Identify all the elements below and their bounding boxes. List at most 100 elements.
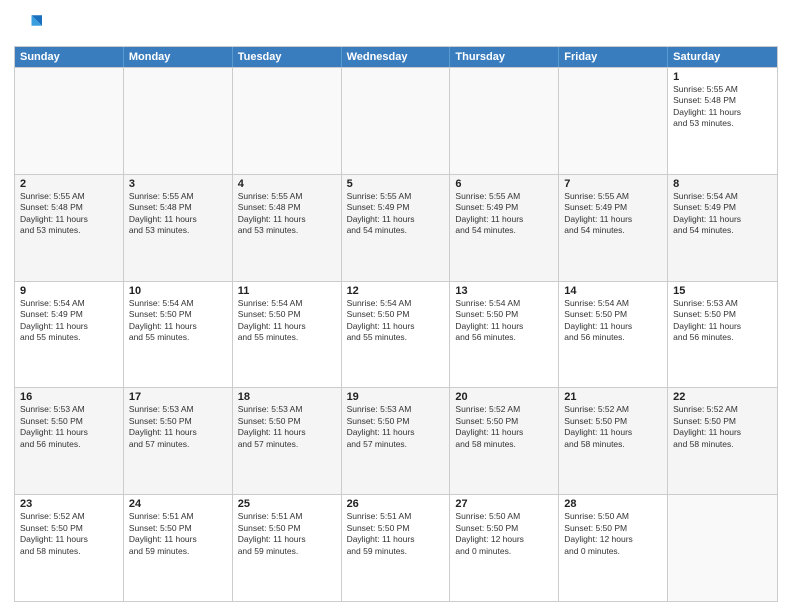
cal-cell: 13Sunrise: 5:54 AM Sunset: 5:50 PM Dayli…	[450, 282, 559, 388]
cal-cell	[450, 68, 559, 174]
cell-info: Sunrise: 5:55 AM Sunset: 5:48 PM Dayligh…	[129, 191, 227, 237]
cal-cell: 15Sunrise: 5:53 AM Sunset: 5:50 PM Dayli…	[668, 282, 777, 388]
cal-cell	[668, 495, 777, 601]
day-number: 15	[673, 285, 772, 297]
cell-info: Sunrise: 5:54 AM Sunset: 5:49 PM Dayligh…	[20, 298, 118, 344]
cell-info: Sunrise: 5:50 AM Sunset: 5:50 PM Dayligh…	[455, 511, 553, 557]
cell-info: Sunrise: 5:55 AM Sunset: 5:49 PM Dayligh…	[564, 191, 662, 237]
cell-info: Sunrise: 5:53 AM Sunset: 5:50 PM Dayligh…	[129, 404, 227, 450]
cell-info: Sunrise: 5:52 AM Sunset: 5:50 PM Dayligh…	[20, 511, 118, 557]
day-number: 4	[238, 178, 336, 190]
cell-info: Sunrise: 5:52 AM Sunset: 5:50 PM Dayligh…	[564, 404, 662, 450]
cell-info: Sunrise: 5:51 AM Sunset: 5:50 PM Dayligh…	[238, 511, 336, 557]
day-number: 2	[20, 178, 118, 190]
cal-cell: 10Sunrise: 5:54 AM Sunset: 5:50 PM Dayli…	[124, 282, 233, 388]
day-number: 1	[673, 71, 772, 83]
day-number: 24	[129, 498, 227, 510]
cell-info: Sunrise: 5:53 AM Sunset: 5:50 PM Dayligh…	[673, 298, 772, 344]
cal-cell: 21Sunrise: 5:52 AM Sunset: 5:50 PM Dayli…	[559, 388, 668, 494]
day-number: 11	[238, 285, 336, 297]
day-number: 16	[20, 391, 118, 403]
header-day-sunday: Sunday	[15, 47, 124, 67]
day-number: 3	[129, 178, 227, 190]
day-number: 26	[347, 498, 445, 510]
logo-icon	[14, 10, 42, 38]
header-day-monday: Monday	[124, 47, 233, 67]
header-day-wednesday: Wednesday	[342, 47, 451, 67]
cal-row-5: 23Sunrise: 5:52 AM Sunset: 5:50 PM Dayli…	[15, 494, 777, 601]
day-number: 6	[455, 178, 553, 190]
cal-cell: 5Sunrise: 5:55 AM Sunset: 5:49 PM Daylig…	[342, 175, 451, 281]
cal-row-2: 2Sunrise: 5:55 AM Sunset: 5:48 PM Daylig…	[15, 174, 777, 281]
cal-cell: 2Sunrise: 5:55 AM Sunset: 5:48 PM Daylig…	[15, 175, 124, 281]
cal-cell: 6Sunrise: 5:55 AM Sunset: 5:49 PM Daylig…	[450, 175, 559, 281]
cell-info: Sunrise: 5:52 AM Sunset: 5:50 PM Dayligh…	[455, 404, 553, 450]
cal-cell: 25Sunrise: 5:51 AM Sunset: 5:50 PM Dayli…	[233, 495, 342, 601]
cell-info: Sunrise: 5:53 AM Sunset: 5:50 PM Dayligh…	[20, 404, 118, 450]
cal-cell	[124, 68, 233, 174]
day-number: 18	[238, 391, 336, 403]
day-number: 19	[347, 391, 445, 403]
cell-info: Sunrise: 5:52 AM Sunset: 5:50 PM Dayligh…	[673, 404, 772, 450]
header-day-thursday: Thursday	[450, 47, 559, 67]
cell-info: Sunrise: 5:54 AM Sunset: 5:50 PM Dayligh…	[564, 298, 662, 344]
day-number: 8	[673, 178, 772, 190]
cell-info: Sunrise: 5:51 AM Sunset: 5:50 PM Dayligh…	[347, 511, 445, 557]
day-number: 10	[129, 285, 227, 297]
cal-cell: 26Sunrise: 5:51 AM Sunset: 5:50 PM Dayli…	[342, 495, 451, 601]
cal-cell: 9Sunrise: 5:54 AM Sunset: 5:49 PM Daylig…	[15, 282, 124, 388]
header-day-tuesday: Tuesday	[233, 47, 342, 67]
cell-info: Sunrise: 5:55 AM Sunset: 5:49 PM Dayligh…	[455, 191, 553, 237]
cal-cell	[15, 68, 124, 174]
cal-cell: 18Sunrise: 5:53 AM Sunset: 5:50 PM Dayli…	[233, 388, 342, 494]
cal-cell: 1Sunrise: 5:55 AM Sunset: 5:48 PM Daylig…	[668, 68, 777, 174]
day-number: 23	[20, 498, 118, 510]
cell-info: Sunrise: 5:54 AM Sunset: 5:50 PM Dayligh…	[129, 298, 227, 344]
day-number: 25	[238, 498, 336, 510]
cal-cell: 24Sunrise: 5:51 AM Sunset: 5:50 PM Dayli…	[124, 495, 233, 601]
cal-cell: 22Sunrise: 5:52 AM Sunset: 5:50 PM Dayli…	[668, 388, 777, 494]
day-number: 13	[455, 285, 553, 297]
cell-info: Sunrise: 5:54 AM Sunset: 5:49 PM Dayligh…	[673, 191, 772, 237]
calendar-header: SundayMondayTuesdayWednesdayThursdayFrid…	[15, 47, 777, 67]
header-day-friday: Friday	[559, 47, 668, 67]
cal-cell: 3Sunrise: 5:55 AM Sunset: 5:48 PM Daylig…	[124, 175, 233, 281]
day-number: 12	[347, 285, 445, 297]
cal-cell: 16Sunrise: 5:53 AM Sunset: 5:50 PM Dayli…	[15, 388, 124, 494]
cell-info: Sunrise: 5:54 AM Sunset: 5:50 PM Dayligh…	[455, 298, 553, 344]
cell-info: Sunrise: 5:55 AM Sunset: 5:48 PM Dayligh…	[673, 84, 772, 130]
day-number: 9	[20, 285, 118, 297]
day-number: 17	[129, 391, 227, 403]
cell-info: Sunrise: 5:55 AM Sunset: 5:48 PM Dayligh…	[238, 191, 336, 237]
cal-cell: 20Sunrise: 5:52 AM Sunset: 5:50 PM Dayli…	[450, 388, 559, 494]
cal-row-4: 16Sunrise: 5:53 AM Sunset: 5:50 PM Dayli…	[15, 387, 777, 494]
cal-cell: 17Sunrise: 5:53 AM Sunset: 5:50 PM Dayli…	[124, 388, 233, 494]
cal-cell: 14Sunrise: 5:54 AM Sunset: 5:50 PM Dayli…	[559, 282, 668, 388]
day-number: 20	[455, 391, 553, 403]
cell-info: Sunrise: 5:54 AM Sunset: 5:50 PM Dayligh…	[347, 298, 445, 344]
cal-cell	[233, 68, 342, 174]
cal-cell: 19Sunrise: 5:53 AM Sunset: 5:50 PM Dayli…	[342, 388, 451, 494]
cal-cell: 8Sunrise: 5:54 AM Sunset: 5:49 PM Daylig…	[668, 175, 777, 281]
cell-info: Sunrise: 5:55 AM Sunset: 5:48 PM Dayligh…	[20, 191, 118, 237]
day-number: 5	[347, 178, 445, 190]
cal-row-3: 9Sunrise: 5:54 AM Sunset: 5:49 PM Daylig…	[15, 281, 777, 388]
cal-cell: 12Sunrise: 5:54 AM Sunset: 5:50 PM Dayli…	[342, 282, 451, 388]
cal-cell: 11Sunrise: 5:54 AM Sunset: 5:50 PM Dayli…	[233, 282, 342, 388]
cal-cell: 7Sunrise: 5:55 AM Sunset: 5:49 PM Daylig…	[559, 175, 668, 281]
page: SundayMondayTuesdayWednesdayThursdayFrid…	[0, 0, 792, 612]
day-number: 14	[564, 285, 662, 297]
day-number: 27	[455, 498, 553, 510]
day-number: 7	[564, 178, 662, 190]
cell-info: Sunrise: 5:50 AM Sunset: 5:50 PM Dayligh…	[564, 511, 662, 557]
cal-cell: 23Sunrise: 5:52 AM Sunset: 5:50 PM Dayli…	[15, 495, 124, 601]
cell-info: Sunrise: 5:55 AM Sunset: 5:49 PM Dayligh…	[347, 191, 445, 237]
logo	[14, 10, 46, 38]
header-day-saturday: Saturday	[668, 47, 777, 67]
cal-row-1: 1Sunrise: 5:55 AM Sunset: 5:48 PM Daylig…	[15, 67, 777, 174]
day-number: 22	[673, 391, 772, 403]
calendar-body: 1Sunrise: 5:55 AM Sunset: 5:48 PM Daylig…	[15, 67, 777, 601]
cal-cell: 27Sunrise: 5:50 AM Sunset: 5:50 PM Dayli…	[450, 495, 559, 601]
cell-info: Sunrise: 5:53 AM Sunset: 5:50 PM Dayligh…	[347, 404, 445, 450]
day-number: 21	[564, 391, 662, 403]
